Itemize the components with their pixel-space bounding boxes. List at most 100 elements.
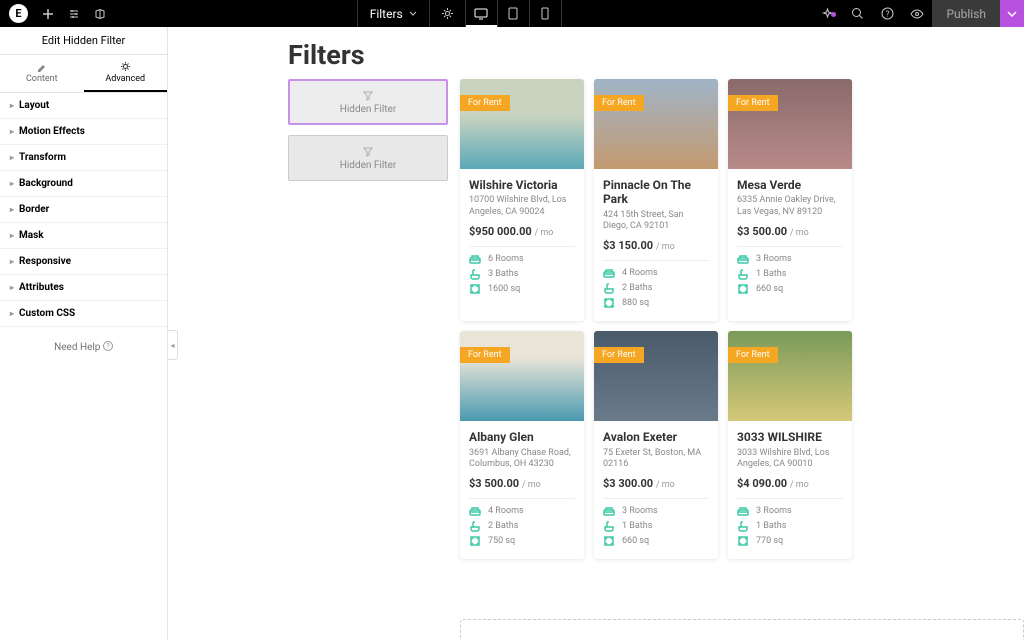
settings-icon[interactable]: [68, 8, 80, 20]
listing-address: 3033 Wilshire Blvd, Los Angeles, CA 9001…: [737, 448, 843, 471]
listing-card[interactable]: For Rent Wilshire Victoria 10700 Wilshire …: [460, 79, 584, 321]
listing-price: $3 500.00 / mo: [737, 225, 843, 238]
listing-card[interactable]: For RentPinnacle On The Park424 15th Str…: [594, 79, 718, 321]
listing-card[interactable]: For Rent Albany Glen 3691 Albany Chase Roa…: [460, 331, 584, 559]
listing-baths: 3 Baths: [469, 268, 575, 280]
sidebar-panel: Edit Hidden Filter Content Advanced Layo…: [0, 27, 168, 640]
section-border[interactable]: Border: [0, 197, 167, 223]
gear-icon: [441, 7, 454, 20]
help-icon: ?: [881, 7, 894, 20]
listing-sq: 660 sq: [737, 283, 843, 295]
hidden-filter-widget-selected[interactable]: Hidden Filter: [288, 79, 448, 125]
listing-image: For Rent: [594, 331, 718, 421]
help-icon: ?: [103, 341, 113, 351]
hidden-filter-widget[interactable]: Hidden Filter: [288, 135, 448, 181]
topbar: E Filters ? Publish: [0, 0, 1024, 27]
mobile-icon: [541, 7, 549, 20]
listing-badge: For Rent: [594, 95, 644, 111]
listing-price: $4 090.00 / mo: [737, 477, 843, 490]
tab-content[interactable]: Content: [0, 55, 84, 92]
page-settings-button[interactable]: [429, 0, 466, 27]
editor-canvas: Filters Hidden Filter Hidden Filter For …: [168, 27, 1024, 640]
listing-address: 6335 Annie Oakley Drive, Las Vegas, NV 8…: [737, 195, 843, 218]
search-icon: [851, 7, 864, 20]
listing-address: 75 Exeter St, Boston, MA 02116: [603, 448, 709, 471]
listing-title: Mesa Verde: [737, 178, 843, 192]
listing-sq: 770 sq: [737, 535, 843, 547]
listing-sq: 750 sq: [469, 535, 575, 547]
section-responsive[interactable]: Responsive: [0, 249, 167, 275]
pencil-icon: [36, 61, 47, 72]
add-icon[interactable]: [42, 8, 54, 20]
section-background[interactable]: Background: [0, 171, 167, 197]
listing-sq: 660 sq: [603, 535, 709, 547]
tab-advanced[interactable]: Advanced: [84, 55, 168, 92]
listing-badge: For Rent: [460, 95, 510, 111]
gear-icon: [120, 61, 131, 72]
listing-card[interactable]: For Rent Mesa Verde 6335 Annie Oakley Driv…: [728, 79, 852, 321]
listing-sq: 880 sq: [603, 297, 709, 309]
collapse-sidebar-button[interactable]: ◂: [168, 330, 178, 360]
notifications-button[interactable]: [812, 7, 842, 20]
desktop-icon: [474, 8, 488, 20]
listing-rooms: 4 Rooms: [469, 505, 575, 517]
section-layout[interactable]: Layout: [0, 93, 167, 119]
listing-badge: For Rent: [728, 347, 778, 363]
structure-icon[interactable]: [94, 8, 106, 20]
listing-image: For Rent: [594, 79, 718, 169]
listing-price: $950 000.00 / mo: [469, 225, 575, 238]
filters-dropdown[interactable]: Filters: [357, 0, 429, 27]
listing-card[interactable]: For Rent 3033 WILSHIRE 3033 Wilshire Blvd,…: [728, 331, 852, 559]
section-custom-css[interactable]: Custom CSS: [0, 301, 167, 327]
mobile-view-button[interactable]: [530, 0, 562, 27]
publish-options-button[interactable]: [1000, 0, 1024, 27]
preview-button[interactable]: [902, 9, 932, 19]
svg-text:?: ?: [106, 343, 110, 351]
panel-title: Edit Hidden Filter: [0, 27, 167, 55]
eye-icon: [910, 9, 924, 19]
chevron-down-icon: [409, 11, 417, 16]
listing-title: Avalon Exeter: [603, 430, 709, 444]
listing-price: $3 300.00 / mo: [603, 477, 709, 490]
filter-icon: [362, 90, 374, 102]
listing-baths: 2 Baths: [603, 282, 709, 294]
listing-badge: For Rent: [594, 347, 644, 363]
need-help-link[interactable]: Need Help ?: [0, 327, 167, 367]
listing-sq: 1600 sq: [469, 283, 575, 295]
listing-image: For Rent: [460, 79, 584, 169]
section-mask[interactable]: Mask: [0, 223, 167, 249]
listing-badge: For Rent: [728, 95, 778, 111]
listing-title: Wilshire Victoria: [469, 178, 575, 192]
widget-dropzone[interactable]: [460, 619, 1024, 640]
listing-baths: 2 Baths: [469, 520, 575, 532]
listing-image: For Rent: [728, 331, 852, 421]
listing-price: $3 150.00 / mo: [603, 239, 709, 252]
listing-title: 3033 WILSHIRE: [737, 430, 843, 444]
tablet-view-button[interactable]: [498, 0, 530, 27]
section-motion-effects[interactable]: Motion Effects: [0, 119, 167, 145]
publish-button[interactable]: Publish: [932, 0, 1000, 27]
listing-baths: 1 Baths: [737, 520, 843, 532]
listing-rooms: 4 Rooms: [603, 267, 709, 279]
listing-image: For Rent: [460, 331, 584, 421]
listing-baths: 1 Baths: [603, 520, 709, 532]
page-title: Filters: [288, 39, 1024, 71]
filter-icon: [362, 146, 374, 158]
listing-image: For Rent: [728, 79, 852, 169]
listing-rooms: 3 Rooms: [737, 505, 843, 517]
finder-button[interactable]: [842, 7, 872, 20]
sections-list: LayoutMotion EffectsTransformBackgroundB…: [0, 93, 167, 327]
listing-title: Albany Glen: [469, 430, 575, 444]
section-transform[interactable]: Transform: [0, 145, 167, 171]
elementor-logo[interactable]: E: [9, 4, 28, 23]
help-button[interactable]: ?: [872, 7, 902, 20]
listing-rooms: 6 Rooms: [469, 253, 575, 265]
listing-badge: For Rent: [460, 347, 510, 363]
listing-address: 424 15th Street, San Diego, CA 92101: [603, 210, 709, 233]
listing-address: 3691 Albany Chase Road, Columbus, OH 432…: [469, 448, 575, 471]
listing-price: $3 500.00 / mo: [469, 477, 575, 490]
desktop-view-button[interactable]: [466, 0, 498, 27]
listing-address: 10700 Wilshire Blvd, Los Angeles, CA 900…: [469, 195, 575, 218]
listing-card[interactable]: For Rent Avalon Exeter 75 Exeter St, Bosto…: [594, 331, 718, 559]
section-attributes[interactable]: Attributes: [0, 275, 167, 301]
